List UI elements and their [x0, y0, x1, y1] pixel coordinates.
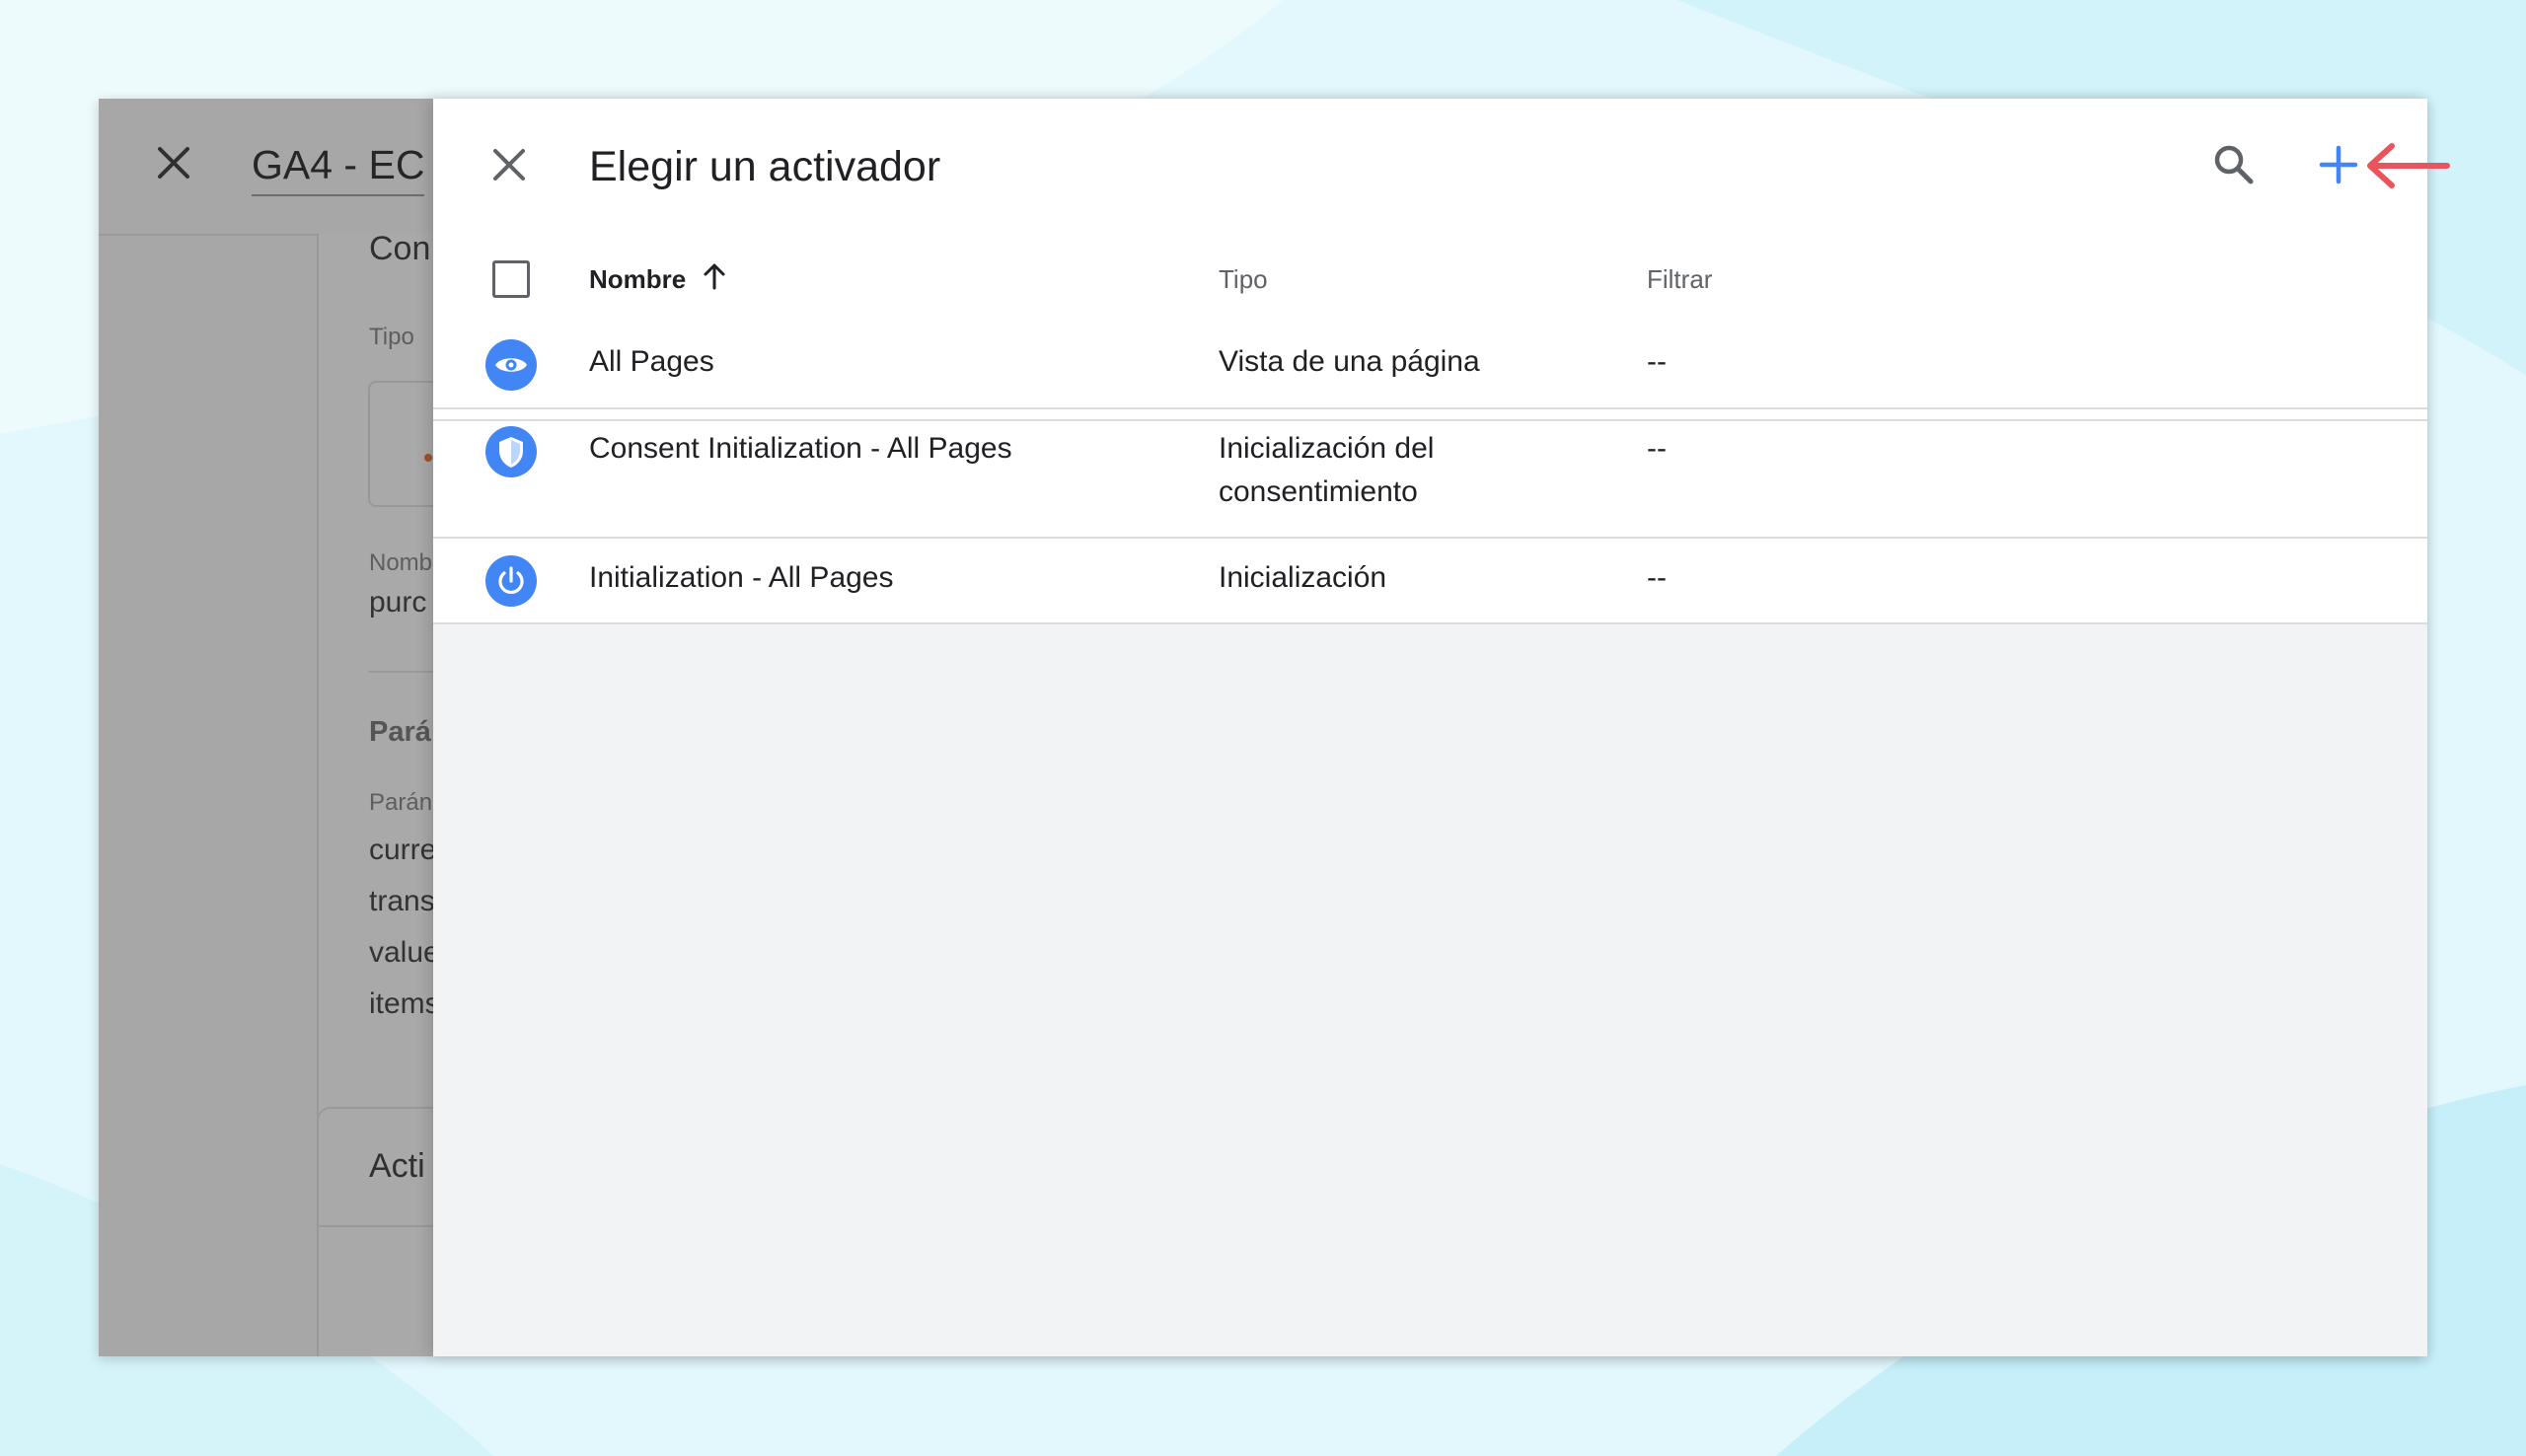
trigger-filter: -- — [1647, 561, 1667, 594]
close-icon — [158, 147, 189, 179]
shield-icon — [485, 426, 537, 477]
trigger-type: Vista de una página — [1219, 345, 1480, 378]
table-row[interactable]: Initialization - All Pages Inicializació… — [433, 539, 2427, 624]
background-type-label: Tipo — [369, 324, 414, 350]
background-params-heading: Pará — [369, 716, 431, 748]
column-header-name[interactable]: Nombre — [589, 264, 686, 295]
background-params-label: Parán — [369, 789, 433, 816]
select-all-checkbox[interactable] — [492, 260, 530, 298]
annotation-arrow-icon — [2367, 143, 2450, 188]
plus-icon[interactable] — [2314, 140, 2363, 189]
background-section-heading: Con — [369, 230, 431, 267]
table-row[interactable]: Consent Initialization - All Pages Inici… — [433, 409, 2427, 539]
background-title: GA4 - EC — [252, 142, 425, 196]
trigger-name: All Pages — [589, 345, 714, 378]
power-icon — [485, 555, 537, 607]
panel-title: Elegir un activador — [589, 143, 941, 190]
background-triggers-heading: Acti — [369, 1147, 425, 1185]
trigger-name: Initialization - All Pages — [589, 561, 894, 594]
column-header-filter: Filtrar — [1647, 264, 1713, 294]
table-row[interactable]: All Pages Vista de una página -- — [433, 323, 2427, 409]
arrow-up-icon[interactable] — [698, 259, 731, 293]
column-header-type: Tipo — [1219, 264, 1268, 294]
choose-trigger-panel: Elegir un activador Nombre Tipo Filtrar … — [433, 99, 2427, 1356]
trigger-type: Inicialización del consentimiento — [1219, 432, 1435, 508]
background-param: curre — [369, 834, 437, 866]
background-type-dot — [424, 454, 432, 462]
trigger-filter: -- — [1647, 432, 1667, 465]
background-name-label: Nomb — [369, 549, 433, 576]
eye-icon — [485, 339, 537, 391]
trigger-name: Consent Initialization - All Pages — [589, 432, 1012, 465]
trigger-filter: -- — [1647, 345, 1667, 378]
search-icon[interactable] — [2209, 140, 2259, 189]
trigger-type: Inicialización — [1219, 561, 1387, 594]
background-param: items — [369, 987, 440, 1020]
background-name-value: purc — [369, 586, 427, 619]
background-param: trans — [369, 885, 435, 917]
background-param: value — [369, 936, 440, 969]
close-icon[interactable] — [487, 143, 531, 186]
